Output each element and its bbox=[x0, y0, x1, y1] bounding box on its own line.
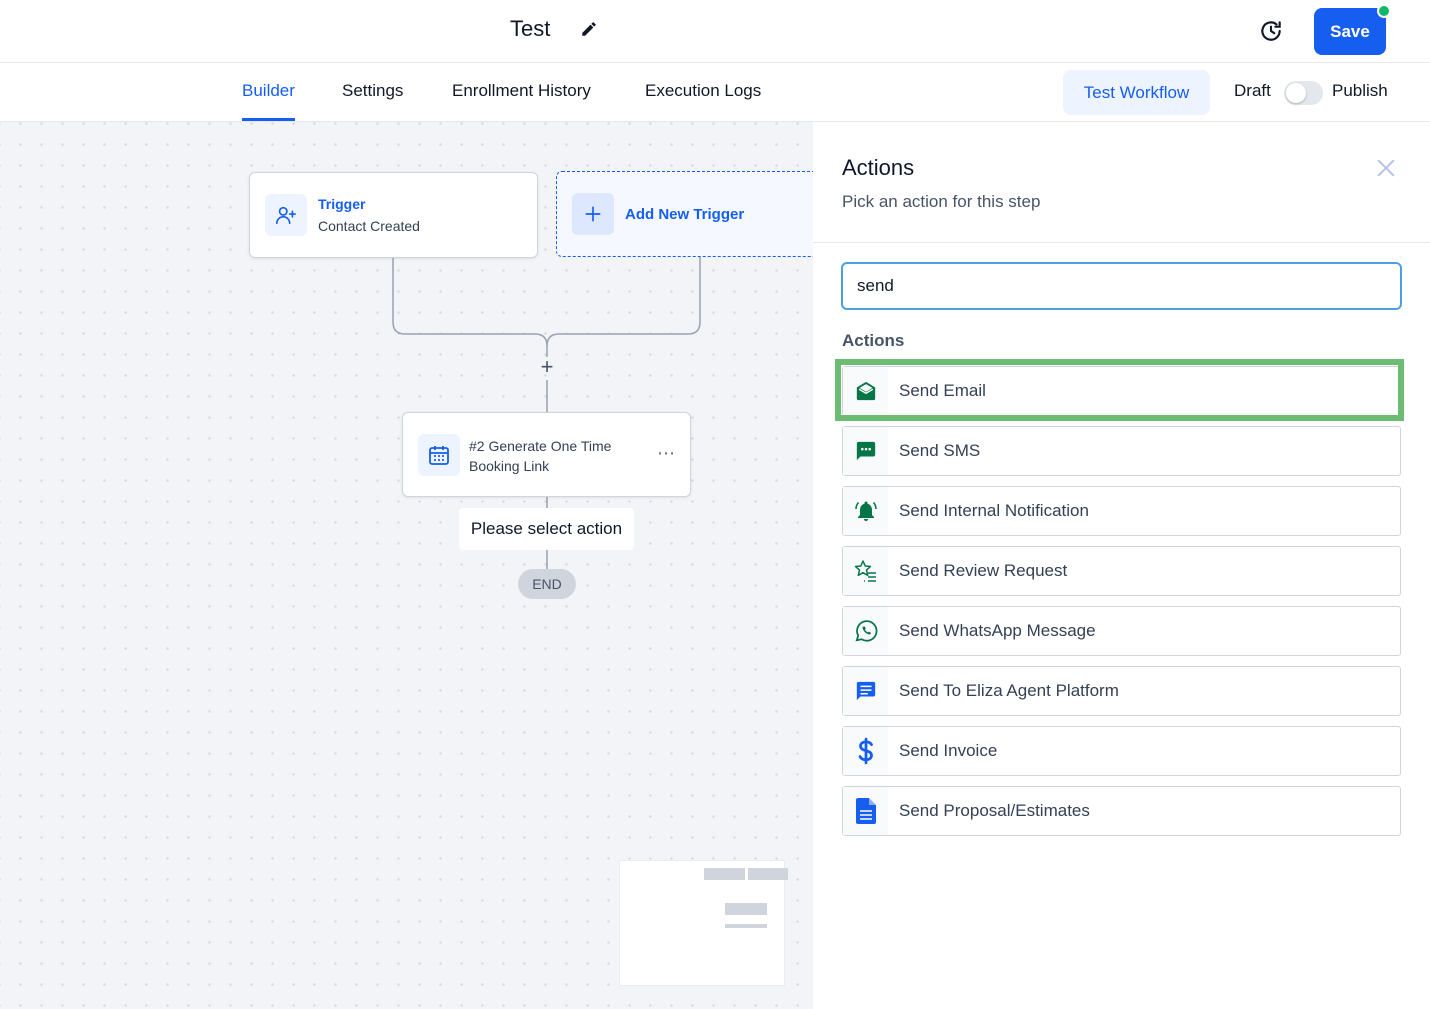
chat-icon bbox=[843, 667, 888, 715]
bell-icon bbox=[843, 487, 888, 535]
sms-icon bbox=[843, 427, 888, 475]
panel-title: Actions bbox=[842, 155, 915, 180]
add-trigger-label: Add New Trigger bbox=[625, 206, 745, 223]
minimap-node bbox=[725, 903, 767, 915]
action-item-send-sms[interactable]: Send SMS bbox=[842, 426, 1401, 476]
add-step-button[interactable]: + bbox=[537, 356, 557, 378]
whatsapp-icon bbox=[843, 607, 888, 655]
test-workflow-button[interactable]: Test Workflow bbox=[1063, 70, 1210, 115]
status-dot bbox=[1377, 4, 1391, 18]
trigger-title: Trigger bbox=[318, 196, 366, 212]
calendar-icon bbox=[418, 434, 460, 476]
plus-icon bbox=[572, 193, 614, 235]
action-search-input[interactable] bbox=[841, 262, 1402, 310]
action-item-label: Send SMS bbox=[899, 441, 981, 460]
minimap-node bbox=[748, 868, 788, 880]
trigger-subtitle: Contact Created bbox=[318, 218, 420, 234]
more-options-icon[interactable]: ⋯ bbox=[657, 443, 676, 464]
star-list-icon bbox=[843, 547, 888, 595]
minimap[interactable] bbox=[619, 860, 788, 986]
toggle-knob bbox=[1286, 83, 1306, 103]
tab-enrollment-history[interactable]: Enrollment History bbox=[452, 63, 591, 121]
action-item-label: Send Internal Notification bbox=[899, 501, 1089, 520]
top-bar: Test Save bbox=[0, 0, 1430, 63]
action-item-label: Send To Eliza Agent Platform bbox=[899, 681, 1119, 700]
action-item-label: Send Proposal/Estimates bbox=[899, 801, 1090, 820]
history-icon[interactable] bbox=[1258, 18, 1284, 44]
minimap-node bbox=[704, 868, 745, 880]
select-action-placeholder[interactable]: Please select action bbox=[459, 508, 634, 550]
action-node[interactable]: #2 Generate One Time Booking Link ⋯ bbox=[402, 412, 691, 497]
draft-label: Draft bbox=[1234, 81, 1271, 100]
action-item-send-proposal-estimates[interactable]: Send Proposal/Estimates bbox=[842, 786, 1401, 836]
add-new-trigger-button[interactable]: Add New Trigger bbox=[556, 171, 813, 257]
action-item-label: Send WhatsApp Message bbox=[899, 621, 1096, 640]
document-icon bbox=[843, 787, 888, 835]
email-icon bbox=[843, 367, 888, 415]
trigger-node[interactable]: Trigger Contact Created bbox=[249, 172, 538, 258]
tab-builder[interactable]: Builder bbox=[242, 63, 295, 121]
action-item-send-invoice[interactable]: Send Invoice bbox=[842, 726, 1401, 776]
tab-settings[interactable]: Settings bbox=[342, 63, 403, 121]
publish-toggle[interactable] bbox=[1284, 81, 1323, 105]
action-item-label: Send Review Request bbox=[899, 561, 1068, 580]
tab-execution-logs[interactable]: Execution Logs bbox=[645, 63, 761, 121]
action-item-label: Send Invoice bbox=[899, 741, 998, 760]
action-node-title: #2 Generate One Time Booking Link bbox=[469, 438, 612, 474]
panel-header: Actions Pick an action for this step bbox=[813, 122, 1430, 243]
workflow-canvas[interactable]: Trigger Contact Created Add New Trigger … bbox=[0, 122, 813, 1009]
action-item-label: Send Email bbox=[899, 381, 986, 400]
pencil-icon[interactable] bbox=[580, 20, 598, 38]
tab-bar: Builder Settings Enrollment History Exec… bbox=[0, 63, 1430, 122]
action-item-send-internal-notification[interactable]: Send Internal Notification bbox=[842, 486, 1401, 536]
save-button[interactable]: Save bbox=[1314, 8, 1386, 55]
section-label: Actions bbox=[842, 331, 905, 350]
minimap-node bbox=[725, 924, 767, 928]
action-item-send-review-request[interactable]: Send Review Request bbox=[842, 546, 1401, 596]
end-node: END bbox=[518, 569, 576, 599]
publish-label: Publish bbox=[1332, 81, 1388, 100]
action-item-send-whatsapp-message[interactable]: Send WhatsApp Message bbox=[842, 606, 1401, 656]
actions-panel: Actions Pick an action for this step Act… bbox=[813, 122, 1430, 1009]
action-item-send-to-eliza-agent-platform[interactable]: Send To Eliza Agent Platform bbox=[842, 666, 1401, 716]
dollar-icon bbox=[843, 727, 888, 775]
panel-subtitle: Pick an action for this step bbox=[842, 192, 1041, 211]
close-icon[interactable] bbox=[1375, 157, 1397, 179]
action-item-send-email[interactable]: Send Email bbox=[842, 366, 1401, 416]
workflow-title: Test bbox=[510, 16, 551, 41]
user-plus-icon bbox=[265, 194, 307, 236]
